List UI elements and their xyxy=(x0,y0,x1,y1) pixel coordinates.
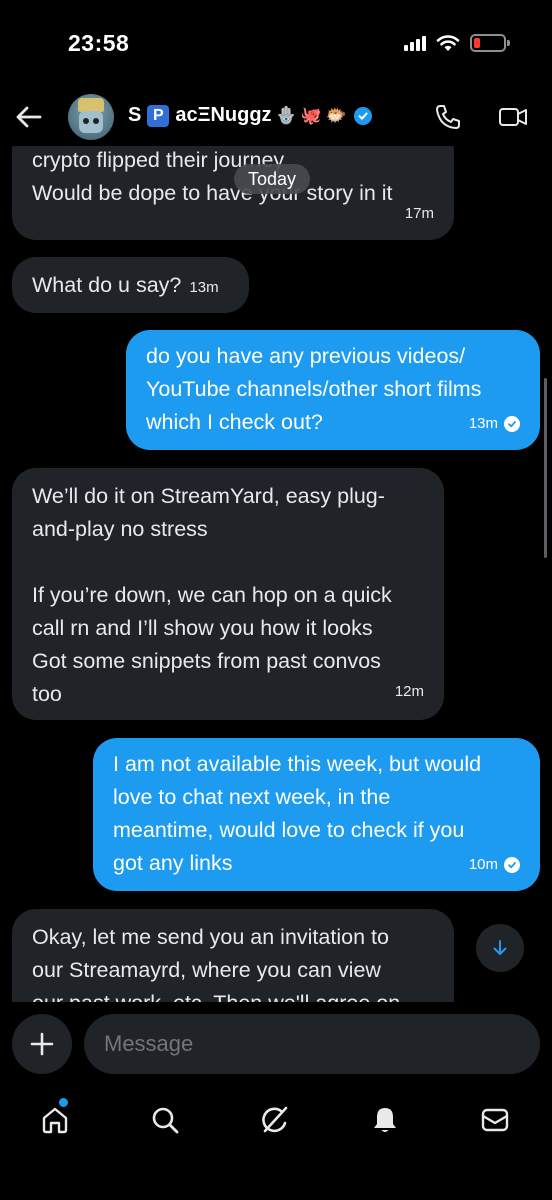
arrow-down-icon xyxy=(493,940,507,955)
nav-home[interactable] xyxy=(37,1098,73,1138)
contact-name-prefix: S xyxy=(128,104,142,126)
avatar[interactable] xyxy=(68,94,114,140)
message-line: We’ll do it on StreamYard, easy plug- xyxy=(32,484,385,508)
home-icon xyxy=(42,1107,68,1134)
add-attachment-button[interactable] xyxy=(12,1014,72,1074)
message-composer xyxy=(0,1012,552,1076)
message-line: do you have any previous videos/ xyxy=(146,344,466,368)
message-time: 13m xyxy=(189,279,219,296)
message-list[interactable]: crypto flipped their journey Would be do… xyxy=(0,146,552,1002)
message-line: too xyxy=(32,682,62,706)
contact-name-suffix: acΞNuggz xyxy=(175,104,272,126)
blowfish-emoji: 🐡 xyxy=(325,105,348,125)
message-time: 10m xyxy=(468,856,498,873)
message-line: and-play no stress xyxy=(32,517,208,541)
message-bubble-received[interactable]: What do u say? 13m xyxy=(12,257,249,313)
hamsa-emoji: 🪬 xyxy=(275,105,297,125)
message-bubble-sent[interactable]: I am not available this week, but would … xyxy=(93,738,540,891)
contact-name-badge: P xyxy=(147,104,170,127)
conversation-header: S P acΞNuggz 🪬 🐙 🐡 xyxy=(0,88,552,146)
message-line: YouTube channels/other short films xyxy=(146,377,482,401)
message-bubble-received[interactable]: crypto flipped their journey Would be do… xyxy=(12,146,454,240)
signal-icon xyxy=(404,35,426,51)
scrollbar-thumb[interactable] xyxy=(544,378,547,558)
message-line-blank xyxy=(32,546,424,579)
read-receipt-icon xyxy=(504,856,520,873)
notifications-icon xyxy=(374,1108,396,1132)
message-bubble-received[interactable]: Okay, let me send you an invitation to o… xyxy=(12,909,454,1002)
video-icon[interactable] xyxy=(498,102,528,132)
message-line: crypto flipped their journey xyxy=(32,148,285,172)
scroll-to-bottom-button[interactable] xyxy=(476,924,524,972)
battery-icon xyxy=(470,34,510,52)
date-separator: Today xyxy=(234,164,311,194)
nav-messages[interactable] xyxy=(477,1102,513,1138)
status-time: 23:58 xyxy=(68,30,130,56)
status-bar: 23:58 xyxy=(0,0,552,90)
message-line: I am not available this week, but would xyxy=(113,752,482,776)
message-line: love to chat next week, in the xyxy=(113,785,391,809)
nav-notifications[interactable] xyxy=(367,1102,403,1138)
message-bubble-sent[interactable]: do you have any previous videos/ YouTube… xyxy=(126,330,540,450)
message-line: our Streamayrd, where you can view xyxy=(32,958,381,982)
grok-icon xyxy=(262,1106,288,1133)
status-icons xyxy=(404,34,510,52)
message-time: 12m xyxy=(394,683,424,700)
message-line: meantime, would love to check if you xyxy=(113,818,465,842)
message-line: What do u say? xyxy=(32,273,182,297)
plus-icon xyxy=(30,1032,54,1056)
message-line: call rn and I’ll show you how it looks xyxy=(32,616,373,640)
message-bubble-received[interactable]: We’ll do it on StreamYard, easy plug- an… xyxy=(12,468,444,720)
octopus-emoji: 🐙 xyxy=(300,105,322,125)
message-line: Got some snippets from past convos xyxy=(32,649,381,673)
contact-name[interactable]: S P acΞNuggz 🪬 🐙 🐡 xyxy=(128,104,373,127)
phone-icon[interactable] xyxy=(433,102,463,132)
message-line: Would be dope to have your story in it xyxy=(32,181,393,205)
message-line: our past work, etc. Then we'll agree on xyxy=(32,987,434,1002)
notification-dot xyxy=(59,1098,68,1107)
message-line: got any links xyxy=(113,851,233,875)
back-arrow-icon[interactable] xyxy=(14,102,44,132)
messages-icon xyxy=(481,1108,509,1132)
read-receipt-icon xyxy=(504,415,520,432)
message-line: which I check out? xyxy=(146,410,323,434)
message-input[interactable] xyxy=(84,1014,540,1074)
nav-grok[interactable] xyxy=(257,1102,293,1138)
verified-badge-icon xyxy=(354,106,373,125)
nav-search[interactable] xyxy=(147,1102,183,1138)
message-time: 13m xyxy=(468,415,498,432)
message-line: Okay, let me send you an invitation to xyxy=(32,925,389,949)
search-icon xyxy=(152,1107,179,1134)
message-line: If you’re down, we can hop on a quick xyxy=(32,583,392,607)
wifi-icon xyxy=(436,35,460,51)
message-meta: 10m xyxy=(469,848,520,881)
message-time: 17m xyxy=(404,205,434,222)
bottom-navigation xyxy=(0,1090,552,1150)
message-meta: 13m xyxy=(469,407,520,440)
